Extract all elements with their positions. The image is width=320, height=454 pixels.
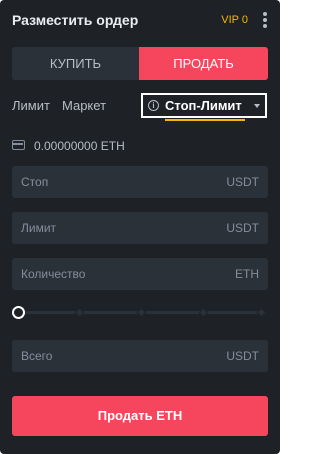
balance-value: 0.00000000 ETH <box>34 139 125 153</box>
panel-title: Разместить ордер <box>12 12 139 28</box>
slider-tick-50[interactable] <box>136 307 147 318</box>
buy-tab[interactable]: КУПИТЬ <box>12 47 139 80</box>
active-tab-underline <box>165 119 245 121</box>
quantity-label: Количество <box>21 267 86 281</box>
slider-tick-25[interactable] <box>74 307 85 318</box>
panel-header: Разместить ордер VIP 0 <box>12 10 272 30</box>
info-icon[interactable]: i <box>148 100 159 111</box>
tab-stop-limit[interactable]: i Стоп-Лимит <box>141 93 267 118</box>
vertical-dots-icon[interactable] <box>262 11 268 29</box>
order-type-tabs: Лимит Маркет i Стоп-Лимит <box>0 92 280 122</box>
buy-sell-toggle: КУПИТЬ ПРОДАТЬ <box>12 47 268 80</box>
total-label: Всего <box>21 349 53 363</box>
caret-down-icon[interactable] <box>254 104 260 108</box>
stop-price-input[interactable]: Стоп USDT <box>12 166 268 198</box>
sell-tab[interactable]: ПРОДАТЬ <box>139 47 268 80</box>
stop-price-label: Стоп <box>21 175 49 189</box>
total-input[interactable]: Всего USDT <box>12 340 268 372</box>
slider-thumb[interactable] <box>12 306 25 319</box>
wallet-icon <box>12 140 25 150</box>
total-unit: USDT <box>226 349 259 363</box>
tab-limit[interactable]: Лимит <box>12 97 50 115</box>
slider-tick-100[interactable] <box>256 307 267 318</box>
order-panel: Разместить ордер VIP 0 КУПИТЬ ПРОДАТЬ Ли… <box>0 0 280 454</box>
vip-badge[interactable]: VIP 0 <box>221 12 248 28</box>
limit-price-unit: USDT <box>226 221 259 235</box>
tab-market[interactable]: Маркет <box>62 97 106 115</box>
limit-price-label: Лимит <box>21 221 57 235</box>
sell-eth-button[interactable]: Продать ETH <box>12 396 268 436</box>
percent-slider[interactable] <box>12 305 268 321</box>
limit-price-input[interactable]: Лимит USDT <box>12 212 268 244</box>
quantity-unit: ETH <box>235 267 259 281</box>
tab-stop-limit-label: Стоп-Лимит <box>165 98 242 113</box>
quantity-input[interactable]: Количество ETH <box>12 258 268 290</box>
stop-price-unit: USDT <box>226 175 259 189</box>
slider-tick-75[interactable] <box>198 307 209 318</box>
